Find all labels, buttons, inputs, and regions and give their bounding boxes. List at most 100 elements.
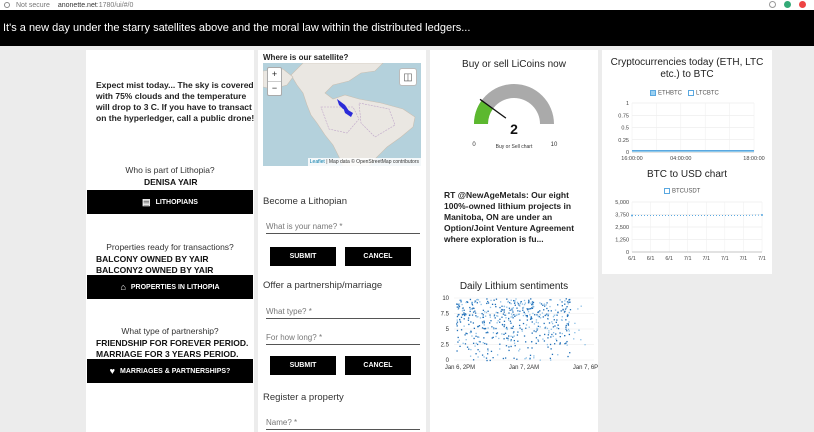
sentiment-point — [508, 346, 510, 348]
sentiment-point — [547, 346, 549, 348]
offer-cancel-button[interactable]: CANCEL — [345, 356, 411, 375]
gauge-min: 0 — [472, 142, 476, 148]
sentiment-point — [539, 310, 541, 312]
info-icon[interactable] — [4, 2, 10, 8]
partnerships-button[interactable]: ♥ MARRIAGES & PARTNERSHIPS? — [87, 359, 253, 383]
sentiment-point — [569, 309, 572, 311]
properties-button[interactable]: ⌂ PROPERTIES IN LITHOPIA — [87, 275, 253, 299]
url-text[interactable]: anonette.net:1780/ui/#/0 — [58, 2, 134, 9]
sentiment-point — [465, 332, 467, 334]
sentiment-point — [514, 345, 516, 347]
sentiment-point — [546, 302, 548, 304]
profile-icon[interactable] — [799, 1, 806, 8]
sentiment-point — [485, 311, 488, 314]
sentiment-point — [496, 354, 499, 356]
sentiment-point — [550, 336, 552, 338]
sentiment-point — [463, 318, 465, 320]
sentiment-point — [521, 303, 524, 305]
y-tick-label: 0.25 — [618, 138, 629, 144]
offer-submit-button[interactable]: SUBMIT — [270, 356, 336, 375]
gauge-caption: Buy or Sell chart — [496, 144, 533, 150]
sentiment-point — [522, 309, 524, 311]
sentiment-point — [584, 344, 586, 346]
sentiment-point — [568, 330, 570, 332]
become-title: Become a Lithopian — [263, 196, 347, 207]
sentiment-point — [516, 358, 518, 360]
sentiment-point — [559, 335, 561, 338]
extension-icon[interactable] — [784, 1, 791, 8]
sentiment-point — [469, 308, 471, 310]
sentiment-point — [501, 308, 503, 311]
sentiment-point — [457, 341, 459, 343]
sentiment-point — [504, 314, 506, 316]
sentiment-point — [555, 338, 557, 340]
sentiment-point — [512, 325, 514, 328]
sentiment-point — [539, 334, 541, 337]
zoom-in-button[interactable]: + — [268, 68, 281, 82]
sentiment-point — [483, 321, 485, 324]
top-banner: It's a new day under the starry satellit… — [0, 10, 814, 46]
legend-item[interactable]: ETHBTC — [650, 90, 682, 97]
partnership-type-field[interactable]: What type? * — [266, 307, 420, 319]
sentiment-point — [536, 328, 539, 330]
legend-item[interactable]: LTCBTC — [688, 90, 719, 97]
sentiment-point — [498, 337, 500, 340]
sentiment-point — [513, 331, 515, 333]
sentiment-point — [465, 339, 467, 341]
leaflet-link[interactable]: Leaflet — [310, 159, 325, 165]
sentiment-point — [487, 327, 489, 329]
sentiment-point — [523, 335, 526, 337]
sentiment-point — [524, 302, 527, 304]
sentiment-point — [525, 327, 527, 329]
sentiment-point — [481, 321, 484, 323]
sentiment-point — [458, 339, 460, 342]
series-line — [632, 214, 763, 216]
sentiment-point — [566, 301, 569, 303]
sentiment-point — [456, 329, 459, 332]
partnership-duration-field[interactable]: For how long? * — [266, 333, 420, 345]
sentiment-point — [486, 298, 488, 300]
y-tick-label: 2,500 — [615, 225, 629, 231]
forms-column: Where is our satellite? + − ◫ Leaflet | … — [258, 50, 426, 432]
sentiment-point — [506, 306, 508, 308]
sentiment-point — [542, 316, 544, 318]
sentiment-point — [561, 319, 563, 321]
property-item: BALCONY OWNED BY YAIR — [96, 254, 209, 264]
cancel-button[interactable]: CANCEL — [345, 247, 411, 266]
sentiment-point — [487, 300, 489, 303]
submit-button[interactable]: SUBMIT — [270, 247, 336, 266]
sentiment-point — [490, 299, 492, 302]
sentiment-point — [577, 308, 579, 310]
sentiment-point — [578, 329, 580, 331]
sentiment-point — [536, 329, 538, 331]
sentiment-point — [556, 319, 558, 321]
legend-item[interactable]: BTCUSDT — [664, 188, 700, 195]
sentiment-point — [516, 334, 519, 336]
sentiment-point — [553, 314, 555, 316]
sentiment-point — [505, 345, 508, 347]
bookmark-icon[interactable] — [769, 1, 776, 8]
sentiment-point — [495, 306, 497, 308]
sentiment-point — [495, 335, 497, 338]
sentiment-point — [457, 303, 459, 305]
sentiment-point — [550, 359, 552, 361]
sentiment-point — [462, 342, 464, 344]
lithopians-button[interactable]: ▤ LITHOPIANS — [87, 190, 253, 214]
sentiment-point — [508, 317, 510, 320]
sentiment-point — [515, 314, 517, 317]
x-tick-label: 16:00:00 — [621, 156, 642, 162]
sentiment-point — [510, 313, 513, 315]
zoom-out-button[interactable]: − — [268, 82, 281, 95]
sentiment-point — [456, 321, 459, 323]
sentiment-point — [473, 307, 475, 310]
buy-sell-gauge: 2 0 10 Buy or Sell chart — [472, 84, 558, 150]
satellite-map[interactable]: + − ◫ Leaflet | Map data © OpenStreetMap… — [263, 63, 421, 166]
browser-address-bar[interactable]: Not secure anonette.net:1780/ui/#/0 — [0, 0, 814, 10]
property-name-field[interactable]: Name? * — [266, 418, 420, 430]
sentiment-point — [559, 299, 561, 301]
sentiment-point — [573, 338, 575, 340]
name-field[interactable]: What is your name? * — [266, 222, 420, 234]
sentiment-point — [470, 348, 472, 351]
sentiment-point — [543, 322, 545, 325]
layers-icon[interactable]: ◫ — [399, 68, 417, 86]
